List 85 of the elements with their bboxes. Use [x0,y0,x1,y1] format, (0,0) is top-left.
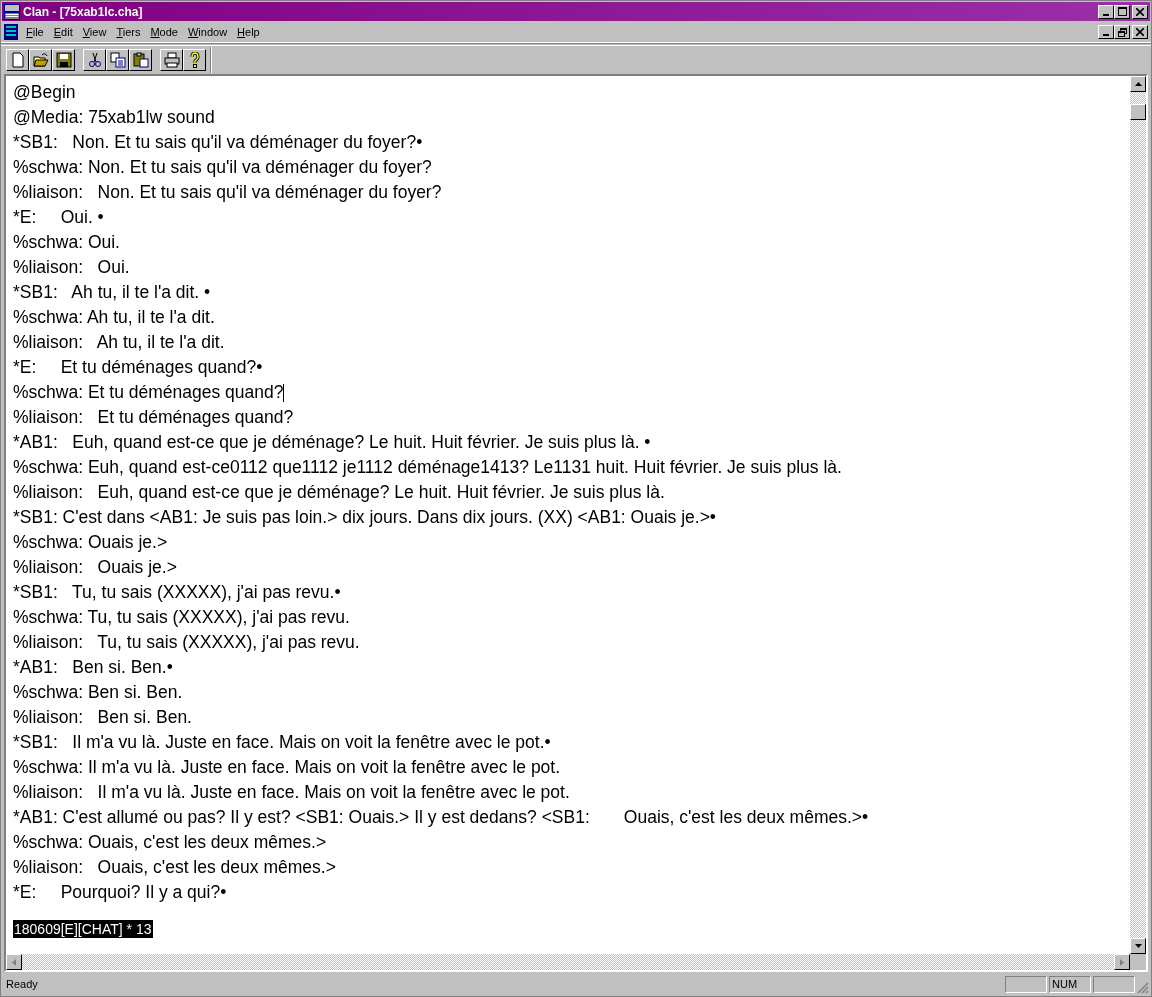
transcript-line: %schwa: Ben si. Ben. [13,682,183,702]
vertical-scrollbar[interactable] [1130,76,1146,954]
transcript-line: *AB1: C'est allumé ou pas? Il y est? <SB1: Ouais.> Il y est dedans? <SB1: Ouais, c'est les deux mêmes.>• [13,807,869,827]
transcript-line: %schwa: Ouais, c'est les deux mêmes.> [13,832,327,852]
transcript-line: %liaison: Euh, quand est-ce que je déménage? Le huit. Huit février. Je suis plus là. [13,482,665,502]
scissors-button[interactable] [83,49,106,71]
status-pane [1093,975,1135,993]
copy-button[interactable] [106,49,129,71]
transcript-line: @Media: 75xab1lw sound [13,107,215,127]
clipboard-button[interactable] [129,49,152,71]
transcript-line: *SB1: C'est dans <AB1: Je suis pas loin.> dix jours. Dans dix jours. (XX) <AB1: Ouais je.>• [13,507,716,527]
menu-item[interactable]: Help [233,26,266,38]
minimize-button[interactable] [1098,25,1114,39]
new-file-icon [9,52,26,68]
close-button[interactable] [1132,4,1148,19]
document-icon[interactable] [4,24,18,40]
minimize-icon [1103,34,1109,36]
transcript-line: *E: Oui. • [13,207,104,227]
transcript-line: %schwa: Et tu déménages quand? [13,382,284,402]
floppy-disk-button[interactable] [52,49,75,71]
status-pane [1005,975,1047,993]
status-message: Ready [6,978,39,990]
close-button[interactable] [1132,25,1148,39]
menu-item[interactable]: Tiers [112,26,147,38]
menu-item[interactable]: Mode [146,26,184,38]
close-icon [1136,28,1144,36]
new-file-button[interactable] [6,49,29,71]
right-arrow-icon [1120,958,1124,966]
up-arrow-icon [1134,82,1142,86]
down-arrow-icon [1134,944,1142,948]
transcript-line: %liaison: Non. Et tu sais qu'il va déménager du foyer? [13,182,442,202]
left-arrow-icon [12,958,16,966]
restore-button[interactable] [1114,25,1130,39]
minimize-button[interactable] [1098,4,1114,19]
minimize-icon [1103,13,1109,16]
resize-grip-icon[interactable] [1137,982,1149,994]
transcript-line: *AB1: Euh, quand est-ce que je déménage? Le huit. Huit février. Je suis plus là. • [13,432,651,452]
app-logo-icon [4,3,20,20]
transcript-line: %schwa: Tu, tu sais (XXXXX), j'ai pas revu. [13,607,350,627]
transcript-line: %liaison: Oui. [13,257,130,277]
horizontal-scrollbar[interactable] [6,954,1130,970]
scroll-up-button[interactable] [1130,76,1146,92]
transcript-line: @Begin [13,82,76,102]
question-mark-button[interactable] [183,49,206,71]
transcript-line: %schwa: Euh, quand est-ce0112 que1112 je1112 déménage1413? Le1131 huit. Huit février. Je suis plus là. [13,457,842,477]
transcript-line: %liaison: Ah tu, il te l'a dit. [13,332,225,352]
transcript-line: *SB1: Ah tu, il te l'a dit. • [13,282,211,302]
transcript-line: %schwa: Ah tu, il te l'a dit. [13,307,215,327]
transcript-line: %liaison: Tu, tu sais (XXXXX), j'ai pas revu. [13,632,360,652]
printer-button[interactable] [160,49,183,71]
transcript-line: %schwa: Non. Et tu sais qu'il va déménager du foyer? [13,157,432,177]
transcript-line: %liaison: Il m'a vu là. Juste en face. Mais on voit la fenêtre avec le pot. [13,782,570,802]
folder-icon [32,52,49,68]
restore-icon [1117,27,1127,37]
num-lock-indicator: NUM [1049,975,1091,993]
window-title: Clan - [75xab1lc.cha] [23,4,144,19]
scroll-right-button[interactable] [1114,954,1130,970]
transcript-line: %liaison: Ouais, c'est les deux mêmes.> [13,857,336,877]
transcript-line: *E: Pourquoi? Il y a qui?• [13,882,227,902]
maximize-button[interactable] [1114,4,1130,19]
menu-item[interactable]: File [22,26,50,38]
close-icon [1136,7,1144,16]
scissors-icon [86,52,103,68]
transcript-line: *SB1: Il m'a vu là. Juste en face. Mais on voit la fenêtre avec le pot.• [13,732,551,752]
transcript-line: %liaison: Ouais je.> [13,557,177,577]
clipboard-icon [132,52,149,68]
transcript-line: *SB1: Tu, tu sais (XXXXX), j'ai pas revu.• [13,582,341,602]
menu-item[interactable]: Edit [49,26,79,38]
transcript-line: *AB1: Ben si. Ben.• [13,657,173,677]
transcript-line: %schwa: Ouais je.> [13,532,168,552]
menu-item[interactable]: Window [183,26,234,38]
transcript-line: %schwa: Il m'a vu là. Juste en face. Mais on voit la fenêtre avec le pot. [13,757,561,777]
transcript-line: *SB1: Non. Et tu sais qu'il va déménager du foyer?• [13,132,423,152]
transcript-line: %liaison: Et tu déménages quand? [13,407,294,427]
maximize-icon [1117,7,1127,16]
scroll-left-button[interactable] [6,954,22,970]
scroll-thumb[interactable] [1130,104,1146,120]
printer-icon [163,52,180,68]
copy-icon [109,52,126,68]
menu-item[interactable]: View [78,26,113,38]
transcript-line: %schwa: Oui. [13,232,120,252]
transcript-line: %liaison: Ben si. Ben. [13,707,192,727]
folder-button[interactable] [29,49,52,71]
scroll-down-button[interactable] [1130,938,1146,954]
transcript-line: *E: Et tu déménages quand?• [13,357,263,377]
